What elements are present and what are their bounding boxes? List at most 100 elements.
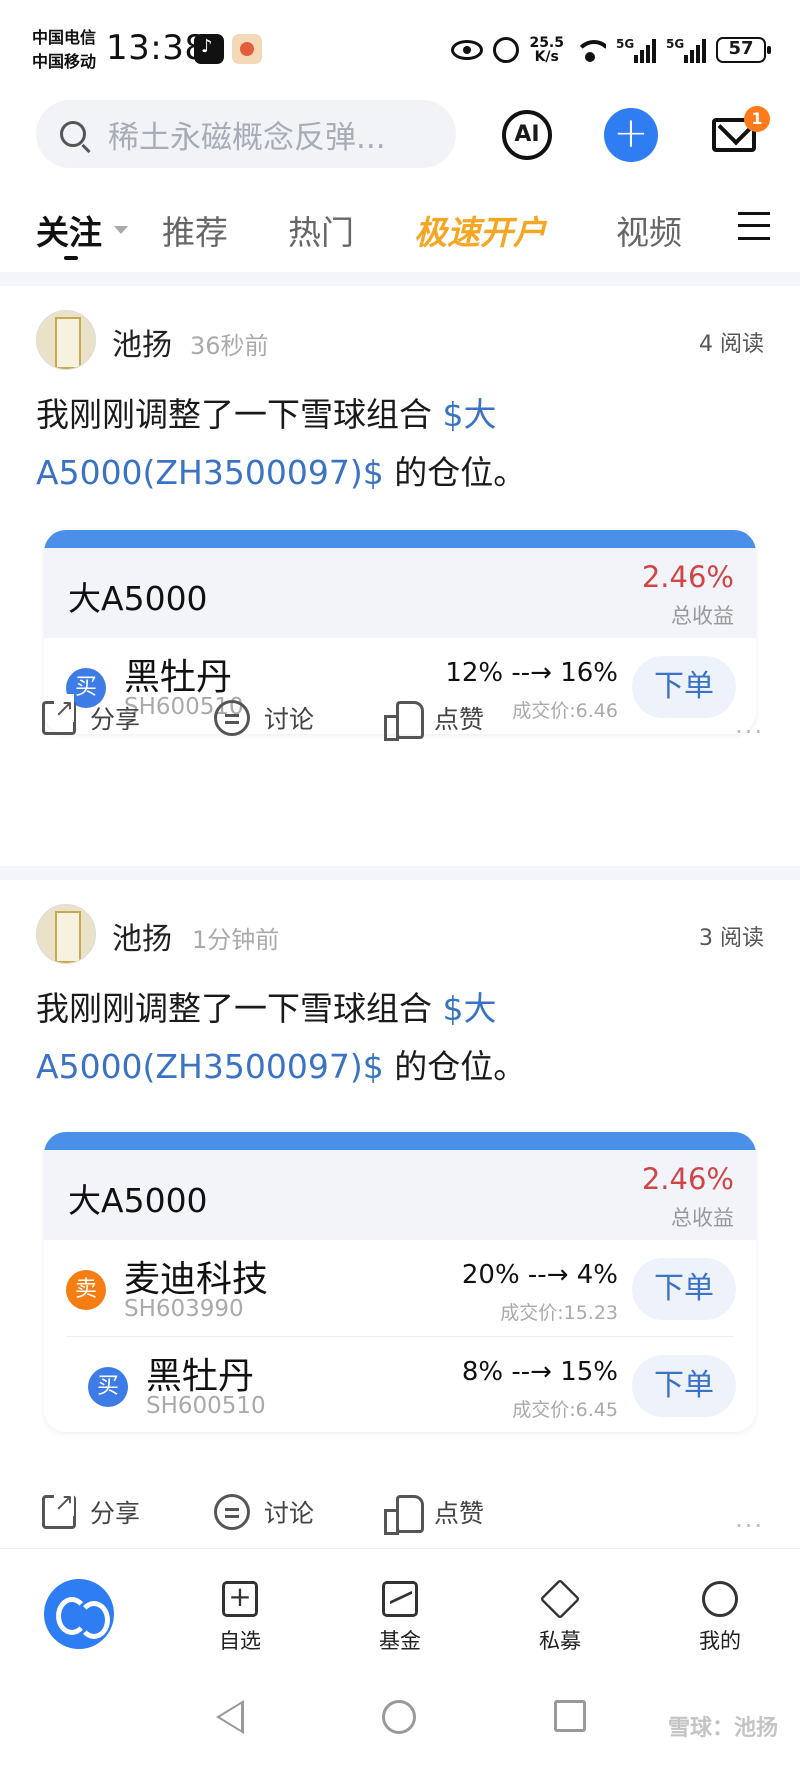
tab-quick-account[interactable]: 极速开户 [414,206,546,254]
stock-name[interactable]: 黑牡丹 [124,648,232,700]
card-accent-bar [44,530,756,548]
post-text-prefix: 我刚刚调整了一下雪球组合 [36,395,443,434]
section-divider [0,272,800,286]
signal-type: 5G [666,37,685,51]
trade-price: 成交价:6.45 [512,1399,618,1421]
app-notification-icon [232,34,262,64]
status-bar: 中国电信 中国移动 13:38 25.5 K/s 5G 5G 57 [0,0,800,100]
unread-badge: 1 [744,106,770,132]
weight-change: 8% --→ 15% [461,1357,618,1387]
section-divider [0,866,800,880]
avatar[interactable] [36,904,96,964]
stock-name[interactable]: 麦迪科技 [124,1250,268,1302]
avatar[interactable] [36,310,96,370]
signal-icon: 5G [616,37,656,63]
buy-icon: 买 [88,1367,128,1407]
trade-price: 成交价:15.23 [500,1302,618,1324]
feed-tabs: 关注 推荐 热门 极速开户 视频 [0,196,800,266]
network-speed-value: 25.5 [529,35,564,51]
search-placeholder: 稀土永磁概念反弹... [108,119,386,156]
comment-icon [214,1494,250,1530]
tab-following[interactable]: 关注 [36,206,102,254]
total-return-label: 总收益 [671,604,734,628]
nav-profile[interactable]: 我的 [680,1581,760,1655]
total-return: 2.46% [641,1162,734,1196]
comment-button[interactable]: 讨论 [214,1494,314,1530]
like-label: 点赞 [434,705,485,734]
search-bar[interactable]: 稀土永磁概念反弹... [36,100,456,168]
share-label: 分享 [90,1499,141,1528]
system-navigation: 雪球：池扬 [0,1668,800,1768]
tab-hot[interactable]: 热门 [288,206,354,254]
order-button[interactable]: 下单 [632,1355,736,1417]
active-tab-indicator [64,256,78,260]
like-button[interactable]: 点赞 [384,1494,485,1535]
comment-label: 讨论 [264,705,315,734]
plus-square-icon [222,1580,258,1617]
more-options-icon[interactable]: ··· [735,718,764,746]
network-speed-unit: K/s [534,49,559,65]
card-accent-bar [44,1132,756,1150]
tab-video[interactable]: 视频 [616,206,682,254]
signal-type: 5G [616,37,635,51]
wifi-icon [574,38,606,62]
sell-icon: 卖 [66,1270,106,1310]
portfolio-name: 大A5000 [68,579,208,618]
total-return-label: 总收益 [671,1206,734,1230]
share-icon [42,1488,76,1529]
search-icon [60,121,86,147]
diamond-icon [539,1578,581,1620]
like-button[interactable]: 点赞 [384,700,485,741]
trade-row: 卖 麦迪科技 SH603990 20% --→ 4% 成交价:15.23 下单 [44,1240,756,1336]
read-count: 4 阅读 [699,332,764,357]
thumbs-up-icon [384,701,424,741]
share-button[interactable]: 分享 [42,1488,141,1530]
eye-icon [451,40,484,60]
signal-icon: 5G [666,37,706,63]
nav-private-funds[interactable]: 私募 [520,1578,600,1655]
post-time: 1分钟前 [192,926,280,954]
order-button[interactable]: 下单 [632,1258,736,1320]
nav-label: 私募 [539,1629,581,1653]
add-post-button[interactable]: + [604,108,658,162]
card-header: 大A5000 2.46% 总收益 [44,1150,756,1240]
portfolio-card[interactable]: 大A5000 2.46% 总收益 卖 麦迪科技 SH603990 20% --→… [44,1132,756,1432]
home-logo-icon[interactable] [44,1579,114,1649]
post-actions: 分享 讨论 点赞 ··· [0,1488,800,1544]
author-name[interactable]: 池扬 [112,320,172,364]
back-icon[interactable] [216,1700,244,1734]
messages-button[interactable]: 1 [712,106,770,152]
stock-name[interactable]: 黑牡丹 [146,1347,254,1399]
share-label: 分享 [90,705,141,734]
watermark: 雪球：池扬 [667,1716,778,1741]
nav-watchlist[interactable]: 自选 [200,1580,280,1655]
ai-button[interactable]: AI [502,110,552,160]
post-time: 36秒前 [190,332,269,360]
post-text-prefix: 我刚刚调整了一下雪球组合 [36,989,443,1028]
nav-label: 基金 [379,1629,421,1653]
share-icon [42,694,76,735]
share-button[interactable]: 分享 [42,694,141,736]
thumbs-up-icon [384,1495,424,1535]
tab-recommended[interactable]: 推荐 [162,206,228,254]
more-options-icon[interactable]: ··· [735,1512,764,1540]
stock-code: SH603990 [124,1296,244,1322]
chevron-down-icon[interactable] [114,226,128,234]
weight-change: 12% --→ 16% [445,658,618,688]
chart-square-icon [382,1581,418,1617]
nav-label: 自选 [219,1629,261,1653]
status-indicators: 25.5 K/s 5G 5G 57 [451,34,771,66]
post-text: 我刚刚调整了一下雪球组合 $大A5000(ZH3500097)$ 的仓位。 [36,980,536,1096]
comment-button[interactable]: 讨论 [214,700,314,736]
carrier-info: 中国电信 中国移动 [32,26,96,74]
menu-icon[interactable] [738,212,770,240]
tiktok-icon [194,34,224,64]
home-icon[interactable] [382,1700,416,1734]
like-label: 点赞 [434,1499,485,1528]
portfolio-name: 大A5000 [68,1181,208,1220]
recent-apps-icon[interactable] [554,1700,586,1732]
clock: 13:38 [106,28,207,68]
nav-funds[interactable]: 基金 [360,1581,440,1655]
battery-icon: 57 [716,37,771,63]
author-name[interactable]: 池扬 [112,914,172,958]
